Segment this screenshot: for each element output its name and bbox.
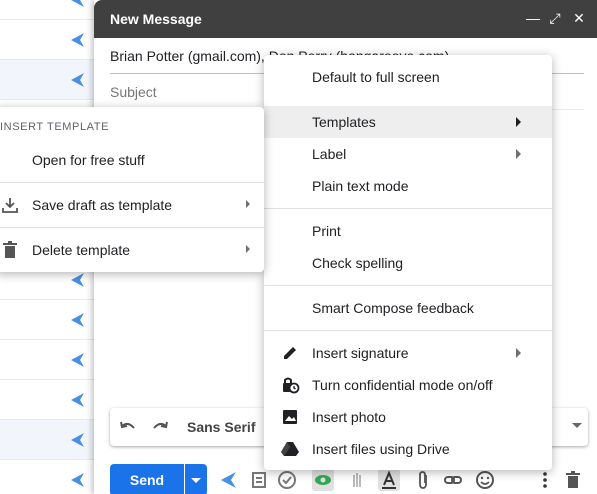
- menu-divider: [0, 182, 264, 183]
- bird-icon[interactable]: [218, 469, 240, 491]
- template-icon[interactable]: [248, 469, 270, 491]
- bird-icon: [71, 33, 84, 47]
- template-item-open-free-stuff[interactable]: Open for free stuff: [0, 140, 264, 180]
- bird-icon: [71, 353, 84, 367]
- menu-item-insert-drive[interactable]: Insert files using Drive: [264, 433, 552, 465]
- menu-item-default-full-screen[interactable]: Default to full screen: [264, 61, 552, 93]
- list-item[interactable]: [0, 380, 100, 420]
- compose-title: New Message: [110, 11, 202, 27]
- menu-item-label-submenu[interactable]: Label: [264, 138, 552, 170]
- menu-item-plain-text[interactable]: Plain text mode: [264, 170, 552, 202]
- menu-item-print[interactable]: Print: [264, 215, 552, 247]
- drive-icon: [281, 442, 299, 456]
- list-item[interactable]: [0, 300, 100, 340]
- menu-item-smart-compose-feedback[interactable]: Smart Compose feedback: [264, 292, 552, 324]
- menu-item-insert-photo[interactable]: Insert photo: [264, 401, 552, 433]
- list-item[interactable]: [0, 420, 100, 460]
- download-icon: [2, 198, 18, 213]
- photo-icon: [283, 410, 297, 424]
- formatting-more-icon[interactable]: [572, 423, 582, 428]
- template-item-delete[interactable]: Delete template: [0, 230, 264, 270]
- send-options-button[interactable]: [185, 464, 207, 494]
- attach-icon[interactable]: [412, 469, 434, 491]
- menu-item-label: Default to full screen: [312, 69, 440, 85]
- bird-icon: [71, 433, 84, 447]
- menu-item-label: Insert photo: [312, 409, 386, 425]
- bird-icon: [71, 0, 84, 7]
- undo-icon[interactable]: [118, 417, 138, 437]
- trash-icon[interactable]: [562, 469, 584, 491]
- list-item[interactable]: [0, 0, 100, 20]
- bird-icon: [71, 273, 84, 287]
- menu-item-confidential-mode[interactable]: Turn confidential mode on/off: [264, 369, 552, 401]
- send-button[interactable]: Send: [110, 464, 184, 494]
- bird-icon: [71, 313, 84, 327]
- emoji-icon[interactable]: [474, 469, 496, 491]
- hand-icon[interactable]: [346, 469, 368, 491]
- menu-item-templates[interactable]: Templates: [264, 106, 552, 138]
- font-selector[interactable]: Sans Serif: [187, 419, 255, 435]
- menu-divider: [264, 208, 552, 209]
- menu-item-label: Label: [312, 146, 347, 162]
- compose-header: New Message — ⤢ ✕: [94, 0, 597, 38]
- link-icon[interactable]: [442, 469, 464, 491]
- chevron-right-icon: [516, 348, 521, 358]
- menu-divider: [264, 330, 552, 331]
- bird-icon: [71, 73, 84, 87]
- menu-item-label: Insert files using Drive: [312, 441, 450, 457]
- trash-icon: [3, 241, 17, 258]
- submenu-header: INSERT TEMPLATE: [0, 121, 110, 133]
- menu-item-label: Check spelling: [312, 255, 404, 271]
- menu-item-label: Turn confidential mode on/off: [312, 377, 493, 393]
- template-item-save-draft[interactable]: Save draft as template: [0, 185, 264, 225]
- chevron-right-icon: [246, 245, 250, 253]
- template-item-label: Open for free stuff: [32, 152, 145, 168]
- menu-item-insert-signature[interactable]: Insert signature: [264, 337, 552, 369]
- chevron-right-icon: [516, 117, 521, 127]
- lock-clock-icon: [283, 377, 300, 394]
- templates-submenu: INSERT TEMPLATE Open for free stuff Save…: [0, 107, 264, 272]
- menu-item-label: Templates: [312, 114, 376, 130]
- more-options-icon[interactable]: [534, 469, 556, 491]
- bird-icon: [71, 393, 84, 407]
- expand-icon[interactable]: ⤢: [546, 9, 564, 27]
- menu-item-label: Plain text mode: [312, 178, 409, 194]
- chevron-right-icon: [516, 149, 521, 159]
- list-item[interactable]: [0, 340, 100, 380]
- list-item[interactable]: [0, 60, 100, 100]
- template-item-label: Delete template: [32, 242, 131, 258]
- eye-icon[interactable]: [312, 469, 334, 491]
- list-item[interactable]: [0, 460, 100, 494]
- menu-item-label: Smart Compose feedback: [312, 300, 474, 316]
- menu-item-check-spelling[interactable]: Check spelling: [264, 247, 552, 279]
- pen-icon: [284, 347, 296, 359]
- more-options-menu: Default to full screen Templates Label P…: [264, 55, 552, 470]
- close-icon[interactable]: ✕: [570, 9, 588, 27]
- menu-divider: [0, 227, 264, 228]
- menu-item-label: Print: [312, 223, 341, 239]
- chevron-right-icon: [246, 200, 250, 208]
- check-circle-icon[interactable]: [276, 469, 298, 491]
- menu-divider: [264, 285, 552, 286]
- redo-icon[interactable]: [150, 417, 170, 437]
- minimize-icon[interactable]: —: [524, 9, 542, 27]
- menu-item-label: Insert signature: [312, 345, 409, 361]
- text-color-icon[interactable]: [378, 469, 400, 491]
- list-item[interactable]: [0, 20, 100, 60]
- bird-icon: [71, 473, 84, 487]
- template-item-label: Save draft as template: [32, 197, 173, 213]
